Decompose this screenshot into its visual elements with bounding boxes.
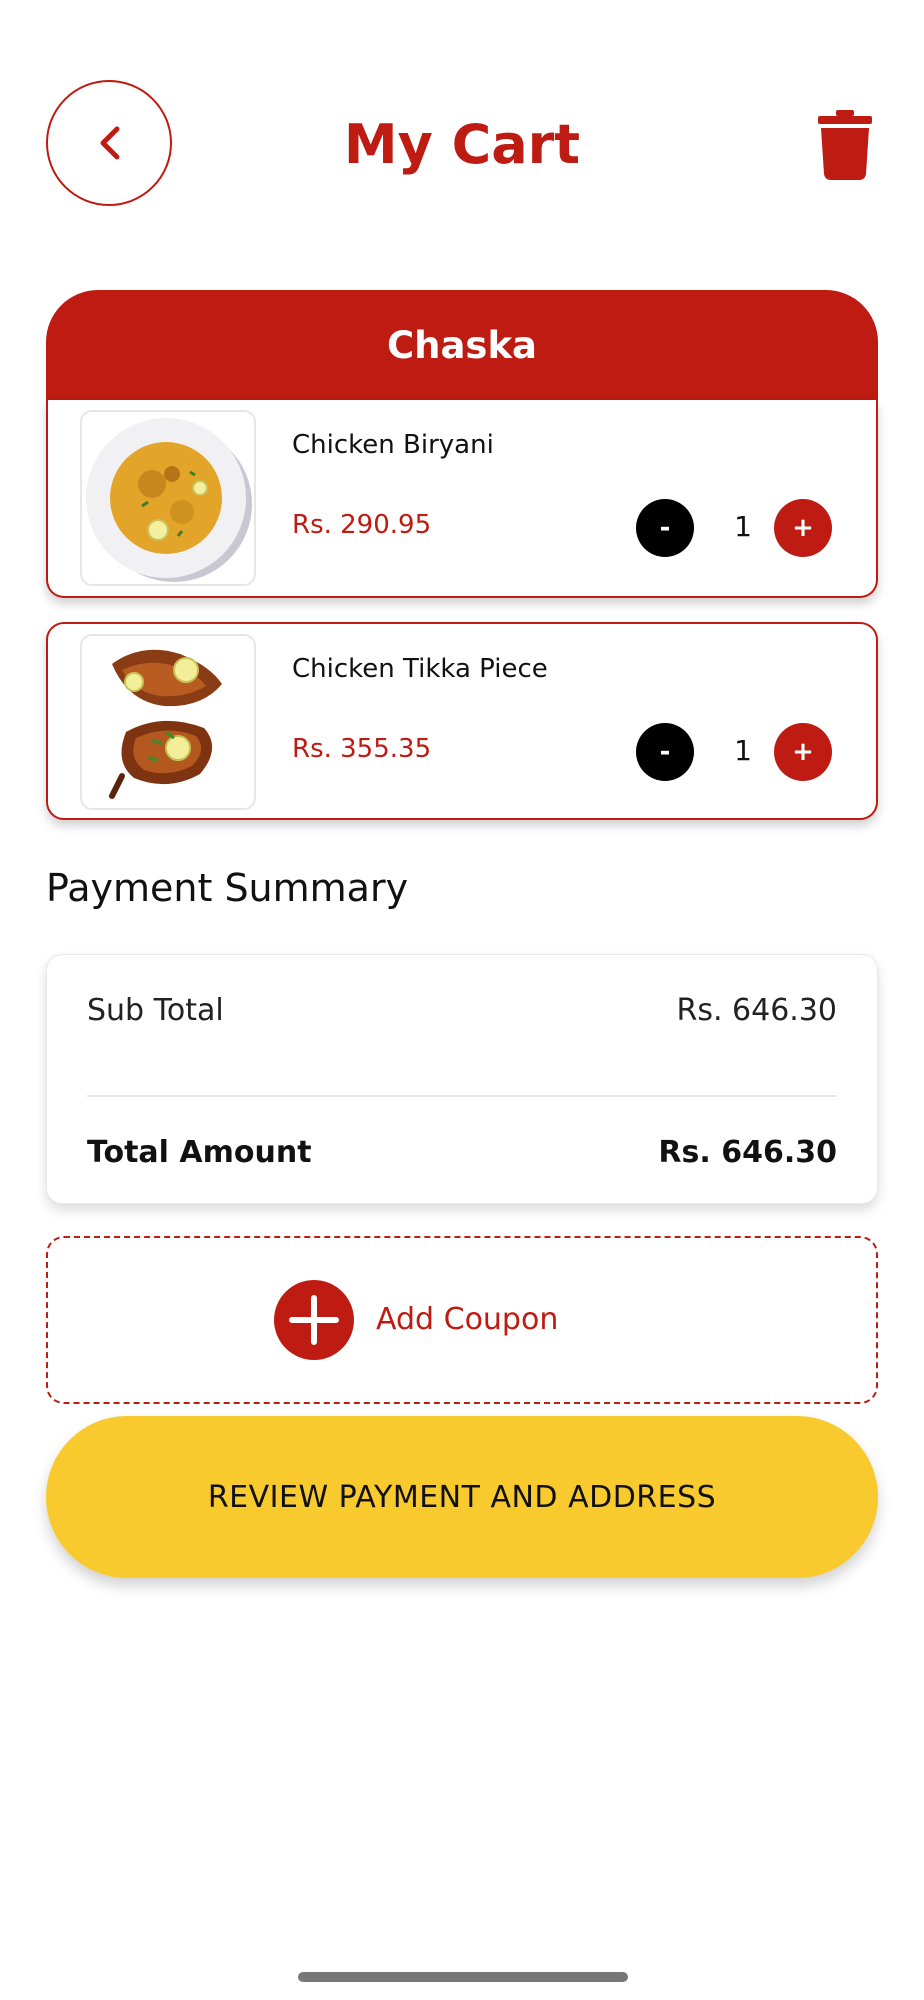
review-button-label: REVIEW PAYMENT AND ADDRESS bbox=[207, 1479, 717, 1515]
payment-summary-card: Sub Total Rs. 646.30 Total Amount Rs. 64… bbox=[46, 954, 878, 1204]
item-image bbox=[80, 634, 256, 810]
add-coupon-button[interactable]: Add Coupon bbox=[46, 1236, 878, 1404]
subtotal-value: Rs. 646.30 bbox=[676, 993, 837, 1028]
summary-divider bbox=[87, 1095, 837, 1097]
increase-quantity-button[interactable]: + bbox=[774, 723, 832, 781]
payment-summary-title: Payment Summary bbox=[46, 866, 409, 910]
restaurant-header: Chaska bbox=[46, 290, 878, 400]
total-amount-label: Total Amount bbox=[87, 1135, 312, 1170]
total-amount-value: Rs. 646.30 bbox=[658, 1135, 837, 1170]
page-title: My Cart bbox=[343, 113, 581, 176]
item-price: Rs. 290.95 bbox=[292, 510, 432, 540]
item-name: Chicken Tikka Piece bbox=[292, 654, 548, 684]
home-indicator bbox=[298, 1972, 628, 1982]
review-payment-and-address-button[interactable]: REVIEW PAYMENT AND ADDRESS bbox=[46, 1416, 878, 1578]
restaurant-name: Chaska bbox=[386, 323, 538, 367]
subtotal-label: Sub Total bbox=[87, 993, 224, 1028]
item-quantity: 1 bbox=[734, 510, 752, 543]
item-image bbox=[80, 410, 256, 586]
cart-item: Chicken Biryani Rs. 290.95 - 1 + bbox=[46, 400, 878, 598]
item-quantity: 1 bbox=[734, 734, 752, 767]
decrease-quantity-button[interactable]: - bbox=[636, 723, 694, 781]
item-price: Rs. 355.35 bbox=[292, 734, 432, 764]
cart-item: Chicken Tikka Piece Rs. 355.35 - 1 + bbox=[46, 622, 878, 820]
plus-circle-icon bbox=[274, 1280, 354, 1360]
decrease-quantity-button[interactable]: - bbox=[636, 499, 694, 557]
trash-icon bbox=[818, 110, 872, 180]
item-name: Chicken Biryani bbox=[292, 430, 494, 460]
clear-cart-button[interactable] bbox=[816, 110, 874, 180]
increase-quantity-button[interactable]: + bbox=[774, 499, 832, 557]
add-coupon-label: Add Coupon bbox=[376, 1302, 559, 1337]
